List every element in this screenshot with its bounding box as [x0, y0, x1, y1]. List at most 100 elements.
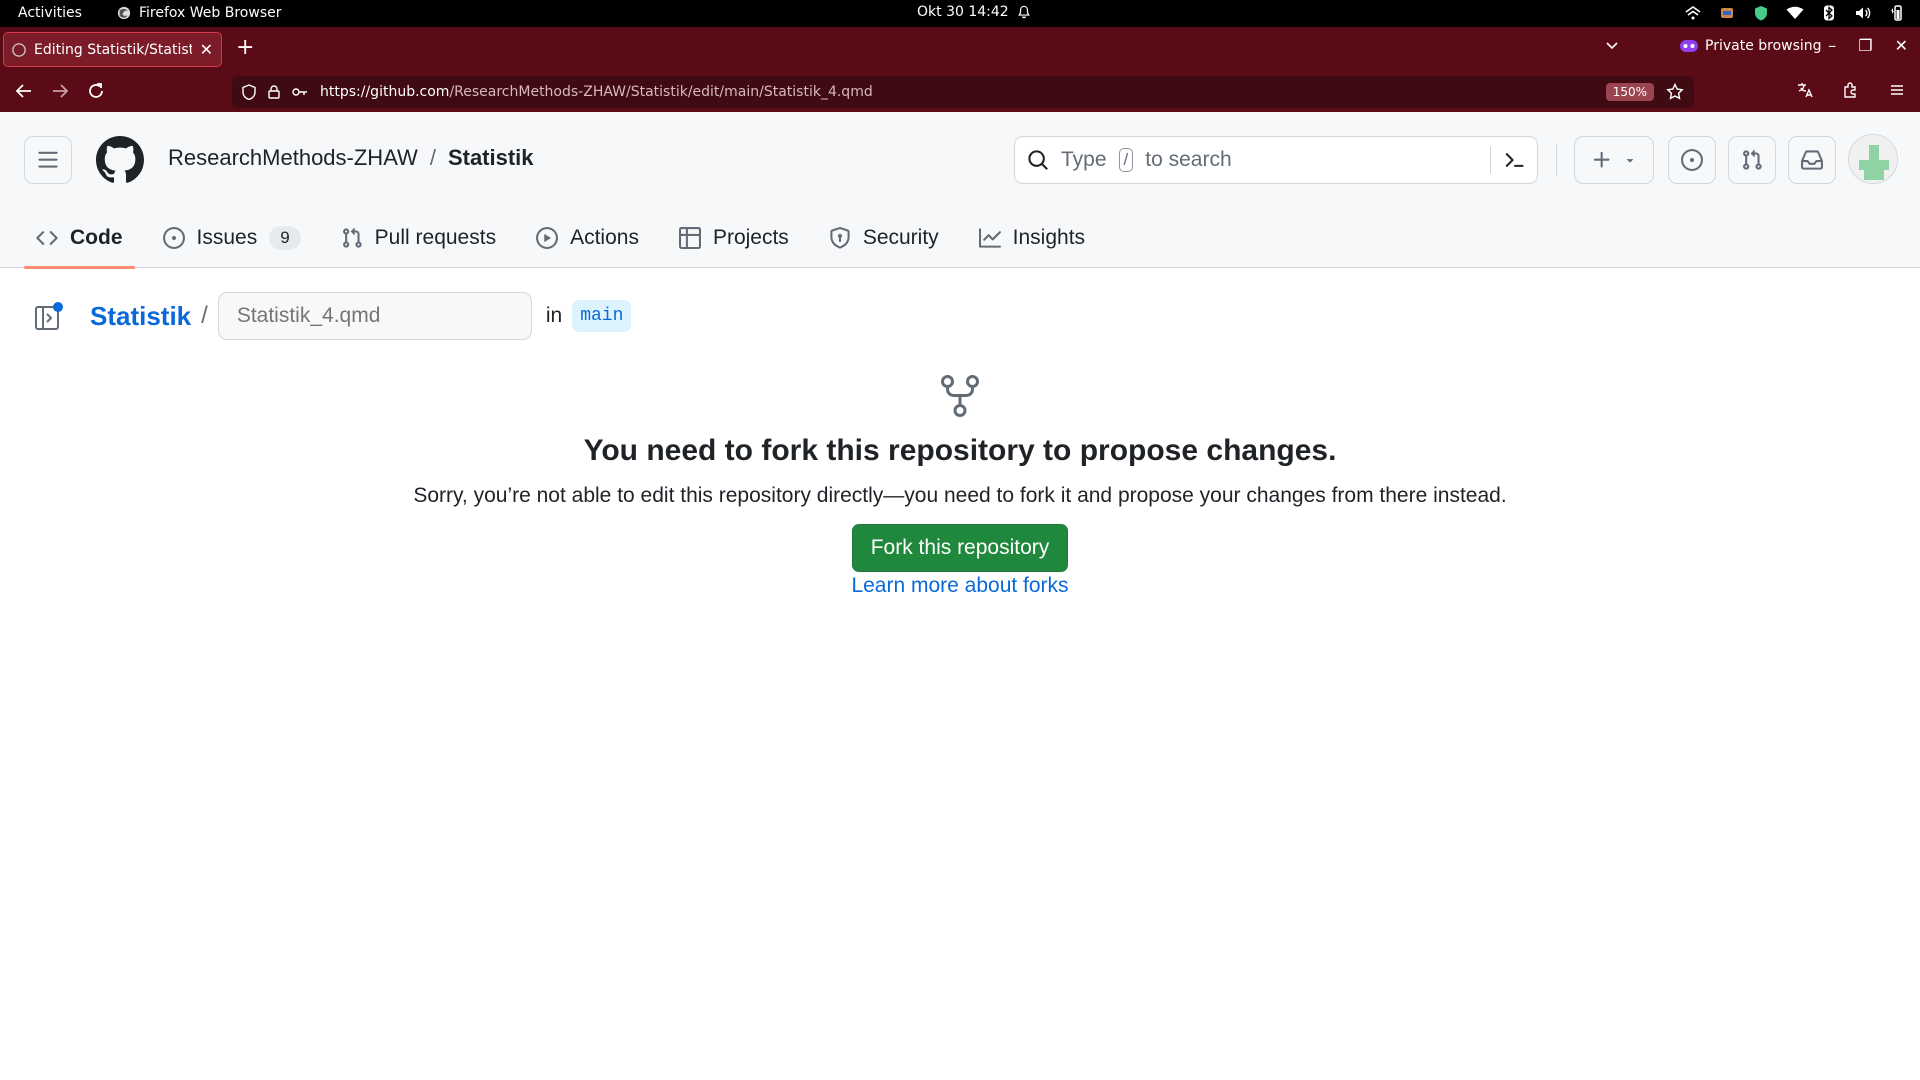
repo-link[interactable]: Statistik	[448, 145, 534, 171]
tab-projects[interactable]: Projects	[667, 208, 801, 268]
clock[interactable]: Okt 30 14:42	[917, 4, 1031, 20]
new-tab-icon[interactable]: +	[236, 35, 254, 60]
git-pull-request-icon	[341, 227, 363, 249]
branch-in-label: in	[545, 304, 563, 327]
context-separator: /	[429, 145, 436, 170]
github-header: ResearchMethods-ZHAW / Statistik Type / …	[0, 112, 1920, 269]
create-new-button[interactable]	[1574, 136, 1654, 184]
issue-opened-icon	[1681, 149, 1703, 171]
extensions-icon[interactable]	[1842, 81, 1860, 99]
search-icon	[1027, 149, 1049, 171]
search-shortcut-key: /	[1118, 148, 1134, 172]
tab-projects-label: Projects	[712, 226, 789, 249]
private-browsing-label: Private browsing	[1705, 38, 1822, 54]
shield-icon	[829, 227, 851, 249]
tab-close-icon[interactable]: ✕	[200, 40, 213, 59]
inbox-icon	[1801, 149, 1823, 171]
url-text[interactable]: https://github.com/ResearchMethods-ZHAW/…	[320, 84, 1594, 100]
bookmark-star-icon[interactable]	[1666, 83, 1684, 101]
graph-icon	[978, 227, 1001, 249]
breadcrumb-repo-link[interactable]: Statistik	[90, 301, 191, 332]
chevron-down-icon[interactable]	[1604, 37, 1620, 53]
restore-icon[interactable]: ❐	[1858, 36, 1872, 55]
reload-icon[interactable]	[86, 81, 106, 101]
inbox-button[interactable]	[1788, 136, 1836, 184]
back-arrow-icon[interactable]	[14, 81, 34, 101]
branch-name: main	[572, 300, 632, 332]
blankslate-title: You need to fork this repository to prop…	[583, 434, 1337, 467]
tab-insights[interactable]: Insights	[967, 208, 1097, 268]
plus-icon	[1591, 149, 1613, 171]
git-pull-request-icon	[1741, 149, 1763, 171]
activities-button[interactable]: Activities	[18, 5, 82, 21]
fork-repository-button[interactable]: Fork this repository	[851, 524, 1069, 572]
tab-code[interactable]: Code	[24, 208, 135, 269]
volume-icon[interactable]	[1854, 4, 1872, 22]
zoom-level[interactable]: 150%	[1605, 83, 1654, 101]
forward-arrow-icon[interactable]	[50, 81, 70, 101]
github-mark-icon[interactable]	[96, 136, 144, 184]
your-pull-requests-button[interactable]	[1728, 136, 1776, 184]
battery-icon[interactable]	[1888, 4, 1906, 22]
app-menu[interactable]: Firefox Web Browser	[117, 5, 282, 21]
tab-insights-label: Insights	[1012, 226, 1086, 249]
issues-counter: 9	[269, 226, 301, 250]
app-name: Firefox Web Browser	[139, 5, 282, 21]
vpn-icon[interactable]	[1718, 4, 1736, 22]
permissions-key-icon[interactable]	[292, 86, 308, 98]
tab-title: Editing Statistik/Statistik_4.qmd	[34, 41, 192, 58]
header-divider	[1556, 144, 1557, 176]
private-mask-icon	[1680, 40, 1698, 52]
file-tree-toggle-icon[interactable]	[34, 301, 64, 331]
minimize-icon[interactable]: –	[1828, 36, 1836, 55]
command-palette-icon[interactable]	[1503, 149, 1525, 171]
play-icon	[536, 227, 559, 249]
filename-input[interactable]	[217, 292, 532, 340]
tab-issues[interactable]: Issues 9	[151, 208, 313, 268]
tab-security-label: Security	[862, 226, 939, 249]
browser-tab-active[interactable]: Editing Statistik/Statistik_4.qmd ✕	[3, 32, 222, 67]
avatar[interactable]	[1848, 134, 1898, 184]
repo-context: ResearchMethods-ZHAW / Statistik	[168, 145, 534, 171]
fork-required-blankslate: You need to fork this repository to prop…	[0, 372, 1920, 598]
tab-pull-requests-label: Pull requests	[374, 226, 497, 249]
triangle-down-icon	[1623, 153, 1637, 167]
three-bars-icon	[37, 149, 59, 171]
your-issues-button[interactable]	[1668, 136, 1716, 184]
learn-more-forks-link[interactable]: Learn more about forks	[0, 574, 1920, 598]
github-app-header: ResearchMethods-ZHAW / Statistik Type / …	[0, 112, 1920, 208]
file-path-bar: Statistik / in main	[34, 291, 632, 341]
close-window-icon[interactable]: ✕	[1895, 36, 1908, 55]
search-divider	[1490, 146, 1491, 174]
browser-nav-bar: https://github.com/ResearchMethods-ZHAW/…	[0, 71, 1920, 112]
tracking-shield-icon[interactable]	[242, 84, 256, 100]
tab-issues-label: Issues	[196, 226, 258, 249]
browser-tab-bar: Editing Statistik/Statistik_4.qmd ✕ + Pr…	[0, 27, 1920, 71]
url-bar[interactable]: https://github.com/ResearchMethods-ZHAW/…	[232, 76, 1694, 108]
global-menu-button[interactable]	[24, 136, 72, 184]
bell-icon	[1017, 5, 1031, 19]
repo-forked-icon	[936, 372, 984, 420]
shield-tray-icon[interactable]	[1752, 4, 1770, 22]
private-browsing-indicator: Private browsing	[1680, 38, 1822, 54]
system-top-bar: Activities Firefox Web Browser Okt 30 14…	[0, 0, 1920, 27]
system-tray[interactable]	[1684, 4, 1906, 22]
github-favicon-icon	[12, 42, 26, 57]
hamburger-menu-icon[interactable]	[1888, 81, 1906, 99]
search-input[interactable]: Type / to search	[1014, 136, 1538, 184]
wifi-icon[interactable]	[1786, 4, 1804, 22]
blankslate-description: Sorry, you’re not able to edit this repo…	[413, 484, 1507, 507]
url-host: https://github.com	[320, 84, 450, 100]
tab-code-label: Code	[70, 226, 123, 249]
search-placeholder-suffix: to search	[1145, 148, 1232, 171]
tab-actions[interactable]: Actions	[524, 208, 651, 268]
tab-security[interactable]: Security	[817, 208, 951, 268]
tab-pull-requests[interactable]: Pull requests	[329, 208, 508, 268]
lock-icon[interactable]	[268, 85, 280, 99]
bluetooth-icon[interactable]	[1820, 4, 1838, 22]
owner-link[interactable]: ResearchMethods-ZHAW	[168, 145, 418, 171]
translate-icon[interactable]	[1796, 81, 1814, 99]
tab-actions-label: Actions	[570, 226, 639, 249]
issue-opened-icon	[162, 227, 185, 249]
network-icon[interactable]	[1684, 4, 1702, 22]
